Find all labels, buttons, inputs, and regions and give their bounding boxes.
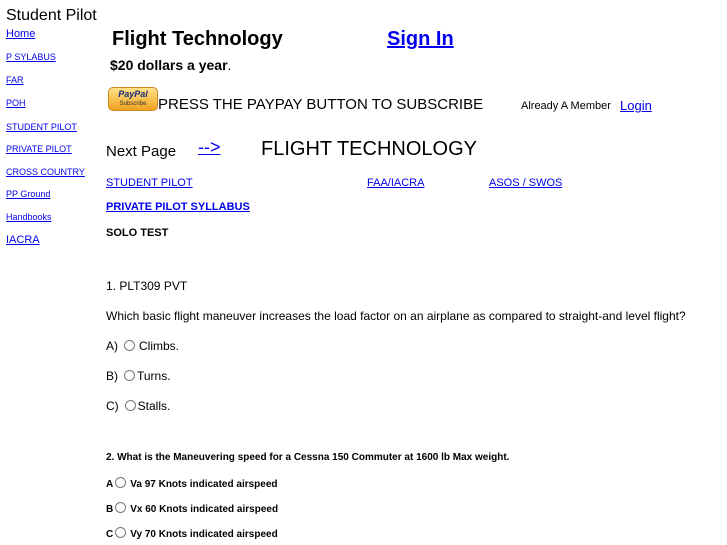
sidebar-link-p-syllabus[interactable]: P SYLABUS: [6, 52, 56, 62]
option-text: Climbs.: [139, 339, 180, 353]
already-member-text: Already A Member: [521, 100, 611, 112]
option-letter: B): [106, 369, 118, 383]
radio-button[interactable]: [124, 340, 135, 351]
asos-swos-link[interactable]: ASOS / SWOS: [489, 177, 562, 189]
site-title: Student Pilot: [6, 7, 97, 24]
sidebar-link-student-pilot[interactable]: STUDENT PILOT: [6, 122, 77, 132]
question-1-option-a: A) Climbs.: [106, 339, 179, 353]
sidebar-link-handbooks[interactable]: Handbooks: [6, 212, 52, 222]
subscribe-instructions: PRESS THE PAYPAY BUTTON TO SUBSCRIBE: [158, 96, 484, 113]
option-text: Turns.: [137, 369, 171, 383]
option-letter: C: [106, 529, 114, 540]
option-text: Vy 70 Knots indicated airspeed: [130, 529, 278, 540]
price-suffix: .: [227, 57, 232, 73]
question-2-option-a: A Va 97 Knots indicated airspeed: [106, 477, 278, 490]
login-link[interactable]: Login: [620, 98, 652, 113]
sidebar-link-private-pilot[interactable]: PRIVATE PILOT: [6, 144, 72, 154]
paypal-logo: PayPal: [118, 89, 148, 99]
option-letter: B: [106, 504, 114, 515]
faa-iacra-link[interactable]: FAA/IACRA: [367, 177, 424, 189]
sidebar-link-poh[interactable]: POH: [6, 98, 26, 108]
question-1-option-b: B) Turns.: [106, 369, 171, 383]
paypal-subscribe-label: Subscribe: [119, 101, 147, 107]
question-2-option-c: C Vy 70 Knots indicated airspeed: [106, 527, 278, 540]
sidebar-link-pp-ground[interactable]: PP Ground: [6, 189, 50, 199]
option-text: Va 97 Knots indicated airspeed: [130, 479, 278, 490]
option-text: Vx 60 Knots indicated airspeed: [130, 504, 279, 515]
price-amount: $20 dollars a year: [110, 57, 228, 73]
question-1-number: 1. PLT309 PVT: [106, 279, 188, 293]
question-1-option-c: C) Stalls.: [106, 399, 170, 413]
solo-test-heading: SOLO TEST: [106, 227, 169, 239]
sign-in-link[interactable]: Sign In: [387, 28, 454, 51]
next-page-arrow-link[interactable]: -->: [198, 137, 221, 158]
radio-button[interactable]: [115, 527, 127, 538]
option-letter: A): [106, 339, 118, 353]
question-2-text: 2. What is the Maneuvering speed for a C…: [106, 452, 510, 463]
student-pilot-link[interactable]: STUDENT PILOT: [106, 177, 193, 189]
sidebar-link-cross-country[interactable]: CROSS COUNTRY: [6, 167, 85, 177]
question-1-text: Which basic flight maneuver increases th…: [106, 309, 686, 323]
sidebar-link-far[interactable]: FAR: [6, 75, 24, 85]
option-letter: A: [106, 479, 114, 490]
radio-button[interactable]: [115, 477, 127, 488]
section-title: FLIGHT TECHNOLOGY: [261, 138, 477, 160]
sidebar-link-home[interactable]: Home: [6, 28, 35, 40]
radio-button[interactable]: [115, 502, 127, 513]
private-pilot-syllabus-link[interactable]: PRIVATE PILOT SYLLABUS: [106, 201, 250, 213]
price-text: $20 dollars a year.: [110, 57, 231, 73]
question-2-option-b: B Vx 60 Knots indicated airspeed: [106, 502, 278, 515]
radio-button[interactable]: [124, 400, 136, 411]
radio-button[interactable]: [124, 370, 135, 381]
sidebar-link-iacra[interactable]: IACRA: [6, 234, 40, 246]
option-letter: C): [106, 399, 119, 413]
page-title: Flight Technology: [112, 28, 283, 50]
option-text: Stalls.: [137, 399, 171, 413]
paypal-subscribe-button[interactable]: PayPal Subscribe: [108, 87, 158, 111]
next-page-label: Next Page: [106, 143, 177, 160]
